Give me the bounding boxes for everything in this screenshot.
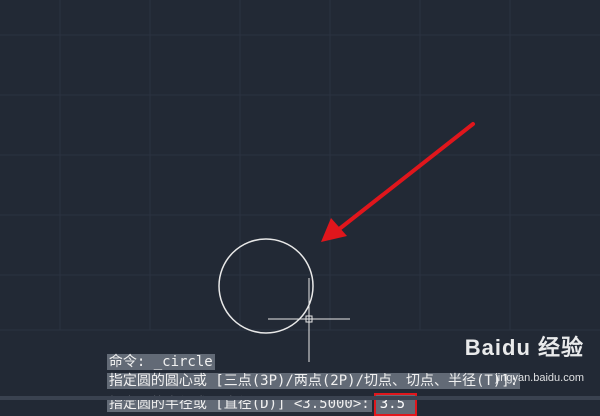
crosshair-cursor xyxy=(268,278,350,362)
watermark-url: jingyan.baidu.com xyxy=(495,372,584,384)
command-input-line[interactable]: 指定圆的半径或 [直径(D)] <3.5000>: 3.5 xyxy=(90,374,418,416)
command-history-line: 命令: _circle xyxy=(90,334,215,370)
annotation-arrow xyxy=(321,122,475,242)
watermark-brand: Baidu 经验 xyxy=(464,335,584,360)
command-line-scrollbar[interactable] xyxy=(0,396,600,400)
grid xyxy=(0,0,600,331)
watermark-logo: Baidu 经验 xyxy=(465,330,584,362)
command-history-line: 指定圆的圆心或 [三点(3P)/两点(2P)/切点、切点、半径(T)]: xyxy=(90,353,521,389)
